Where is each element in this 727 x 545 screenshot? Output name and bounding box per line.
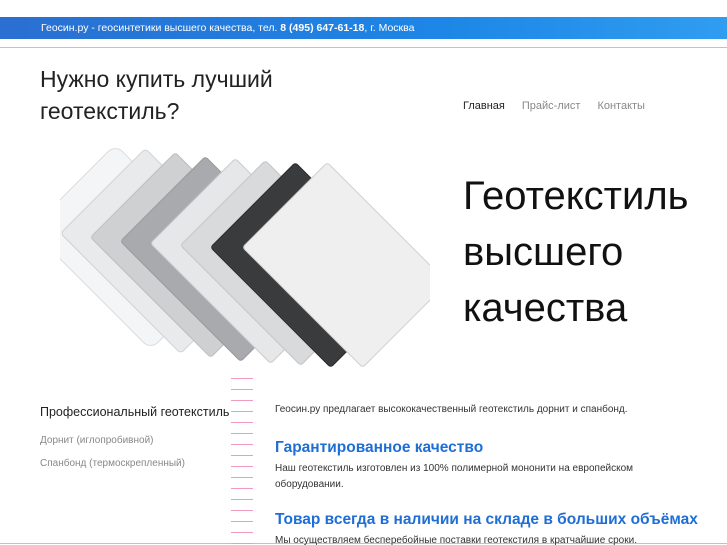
section-text-quality: Наш геотекстиль изготовлен из 100% полим… (275, 463, 634, 490)
slogan-line-2: высшего (463, 230, 624, 274)
page-headline: Нужно купить лучший геотекстиль? (40, 66, 273, 124)
nav-item-price-list[interactable]: Прайс-лист (522, 100, 581, 112)
slogan-line-3: качества (463, 286, 628, 330)
sidebar-link-spanbond[interactable]: Спанбонд (термоскрепленный) (40, 458, 230, 469)
decorative-stripes (231, 378, 253, 545)
sidebar-title: Профессиональный геотекстиль (40, 405, 230, 419)
sidebar: Профессиональный геотекстиль Дорнит (игл… (40, 403, 230, 481)
section-text-stock: Мы осуществляем бесперебойные поставки г… (275, 535, 637, 545)
section-title-quality: Гарантированное качество (275, 439, 484, 456)
main-content: Геосин.ру предлагает высококачественный … (275, 404, 725, 545)
top-info-bar: Геосин.ру - геосинтетики высшего качеств… (0, 17, 727, 39)
topbar-text: Геосин.ру - геосинтетики высшего качеств… (41, 22, 281, 34)
intro-text: Геосин.ру предлагает высококачественный … (275, 404, 628, 415)
geotextile-samples-image (60, 148, 430, 367)
nav-item-home[interactable]: Главная (463, 100, 505, 112)
nav-item-contacts[interactable]: Контакты (597, 100, 645, 112)
section-title-stock: Товар всегда в наличии на складе в больш… (275, 511, 698, 528)
hero-slogan: Геотекстиль высшего качества (463, 168, 727, 336)
topbar-phone: 8 (495) 647-61-18 (280, 22, 365, 34)
topbar-city: , г. Москва (364, 22, 415, 34)
slogan-line-1: Геотекстиль (463, 174, 689, 218)
sidebar-link-dornit[interactable]: Дорнит (иглопробивной) (40, 435, 230, 446)
top-divider-line (0, 47, 727, 48)
main-nav: Главная Прайс-лист Контакты (463, 100, 645, 112)
